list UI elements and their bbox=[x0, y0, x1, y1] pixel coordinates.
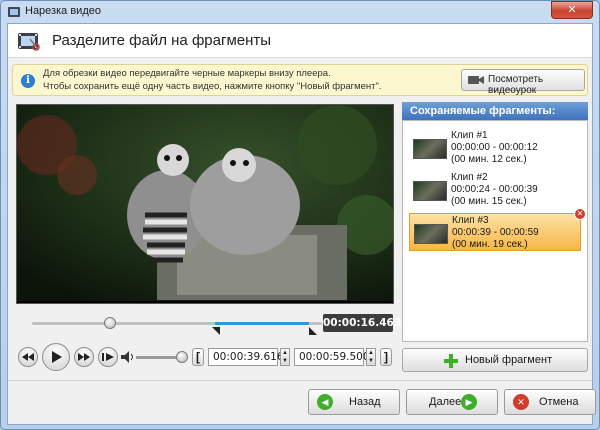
window-title: Нарезка видео bbox=[25, 5, 101, 17]
clip-thumbnail bbox=[413, 139, 447, 159]
hint-bar: i Для обрезки видео передвигайте черные … bbox=[12, 64, 588, 96]
title-bar: Нарезка видео ✕ bbox=[1, 1, 599, 23]
skip-start-icon bbox=[22, 353, 34, 361]
playback-controls: [ 00:00:39.616 ▲ ▼ 00:00:59.500 ▲ ▼ ] bbox=[16, 342, 396, 372]
footer-bar: ◀ Назад Далее ▶ ✕ Отмена bbox=[8, 380, 596, 424]
clip-text: Клип #2 00:00:24 - 00:00:39 (00 мин. 15 … bbox=[451, 172, 538, 208]
hint-text: Для обрезки видео передвигайте черные ма… bbox=[43, 68, 453, 93]
set-start-button[interactable]: [ bbox=[192, 348, 204, 366]
clip-thumbnail bbox=[413, 181, 447, 201]
clip-thumbnail bbox=[414, 224, 448, 244]
clip-name: Клип #2 bbox=[451, 172, 488, 183]
clip-item-1[interactable]: Клип #1 00:00:00 - 00:00:12 (00 мин. 12 … bbox=[409, 129, 581, 167]
page-header: Разделите файл на фрагменты bbox=[8, 24, 592, 58]
film-app-icon bbox=[8, 7, 20, 17]
video-frame-lemurs bbox=[17, 105, 393, 303]
window-close-button[interactable]: ✕ bbox=[551, 1, 593, 19]
page-title: Разделите файл на фрагменты bbox=[52, 32, 272, 49]
watch-tutorial-label: Посмотреть видеоурок bbox=[488, 74, 544, 96]
next-frame-button[interactable] bbox=[98, 347, 118, 367]
frame-step-icon bbox=[102, 353, 114, 361]
clip-range: 00:00:39 - 00:00:59 bbox=[452, 227, 539, 238]
set-end-button[interactable]: ] bbox=[380, 348, 392, 366]
info-icon: i bbox=[21, 74, 35, 88]
new-fragment-button[interactable]: Новый фрагмент bbox=[402, 348, 588, 372]
film-scissors-icon bbox=[18, 33, 40, 51]
cancel-x-icon: ✕ bbox=[513, 394, 529, 410]
clip-item-3[interactable]: Клип #3 00:00:39 - 00:00:59 (00 мин. 19 … bbox=[409, 208, 586, 251]
clip-duration: (00 мин. 15 сек.) bbox=[451, 196, 527, 207]
play-button[interactable] bbox=[42, 343, 70, 371]
main-content: Разделите файл на фрагменты i Для обрезк… bbox=[7, 23, 596, 425]
video-camera-icon bbox=[468, 76, 484, 84]
clip-duration: (00 мин. 12 сек.) bbox=[451, 154, 527, 165]
end-marker-handle[interactable] bbox=[309, 327, 317, 335]
end-time-field[interactable]: 00:00:59.500 bbox=[294, 348, 370, 366]
volume-button[interactable] bbox=[118, 347, 138, 367]
start-time-field[interactable]: 00:00:39.616 bbox=[208, 348, 284, 366]
saved-fragments-title: Сохраняемые фрагменты: bbox=[402, 102, 588, 120]
end-time-spinner[interactable]: ▲ ▼ bbox=[366, 348, 376, 366]
hint-line-1: Для обрезки видео передвигайте черные ма… bbox=[43, 68, 331, 79]
clip-item-2[interactable]: Клип #2 00:00:24 - 00:00:39 (00 мин. 15 … bbox=[409, 171, 581, 209]
timeline: 00:00:16.463 bbox=[16, 310, 401, 338]
new-fragment-label: Новый фрагмент bbox=[465, 354, 553, 366]
clip-text: Клип #1 00:00:00 - 00:00:12 (00 мин. 12 … bbox=[451, 130, 538, 166]
back-label: Назад bbox=[349, 396, 381, 408]
cancel-label: Отмена bbox=[539, 396, 579, 408]
clip-duration: (00 мин. 19 сек.) bbox=[452, 239, 528, 250]
skip-to-end-button[interactable] bbox=[74, 347, 94, 367]
current-time-display: 00:00:16.463 bbox=[323, 314, 401, 332]
back-arrow-icon: ◀ bbox=[317, 394, 333, 410]
timeline-selection bbox=[215, 322, 309, 325]
clip-range: 00:00:00 - 00:00:12 bbox=[451, 142, 538, 153]
green-plus-icon bbox=[444, 354, 458, 368]
clip-name: Клип #1 bbox=[451, 130, 488, 141]
clip-name: Клип #3 bbox=[452, 215, 489, 226]
video-cut-window: Нарезка видео ✕ Разделите файл на фрагме… bbox=[0, 0, 600, 430]
cancel-button[interactable]: ✕ Отмена bbox=[504, 389, 596, 415]
clip-list: Клип #1 00:00:00 - 00:00:12 (00 мин. 12 … bbox=[402, 120, 588, 342]
skip-end-icon bbox=[78, 353, 90, 361]
volume-slider[interactable] bbox=[176, 351, 188, 363]
playhead-slider[interactable] bbox=[104, 317, 116, 329]
next-button[interactable]: Далее ▶ bbox=[406, 389, 498, 415]
clip-range: 00:00:24 - 00:00:39 bbox=[451, 184, 538, 195]
back-button[interactable]: ◀ Назад bbox=[308, 389, 400, 415]
start-time-spinner[interactable]: ▲ ▼ bbox=[280, 348, 290, 366]
video-preview[interactable] bbox=[16, 104, 394, 304]
play-icon bbox=[52, 351, 62, 363]
start-marker-handle[interactable] bbox=[212, 327, 220, 335]
clip-text: Клип #3 00:00:39 - 00:00:59 (00 мин. 19 … bbox=[452, 215, 539, 251]
delete-clip-icon[interactable]: ✕ bbox=[574, 208, 586, 220]
next-arrow-icon: ▶ bbox=[461, 394, 477, 410]
skip-to-start-button[interactable] bbox=[18, 347, 38, 367]
hint-line-2: Чтобы сохранить ещё одну часть видео, на… bbox=[43, 80, 382, 92]
watch-tutorial-button[interactable]: Посмотреть видеоурок bbox=[461, 69, 585, 96]
speaker-icon bbox=[121, 351, 133, 363]
next-label: Далее bbox=[429, 396, 462, 408]
saved-fragments-panel: Сохраняемые фрагменты: Клип #1 00:00:00 … bbox=[402, 102, 588, 374]
